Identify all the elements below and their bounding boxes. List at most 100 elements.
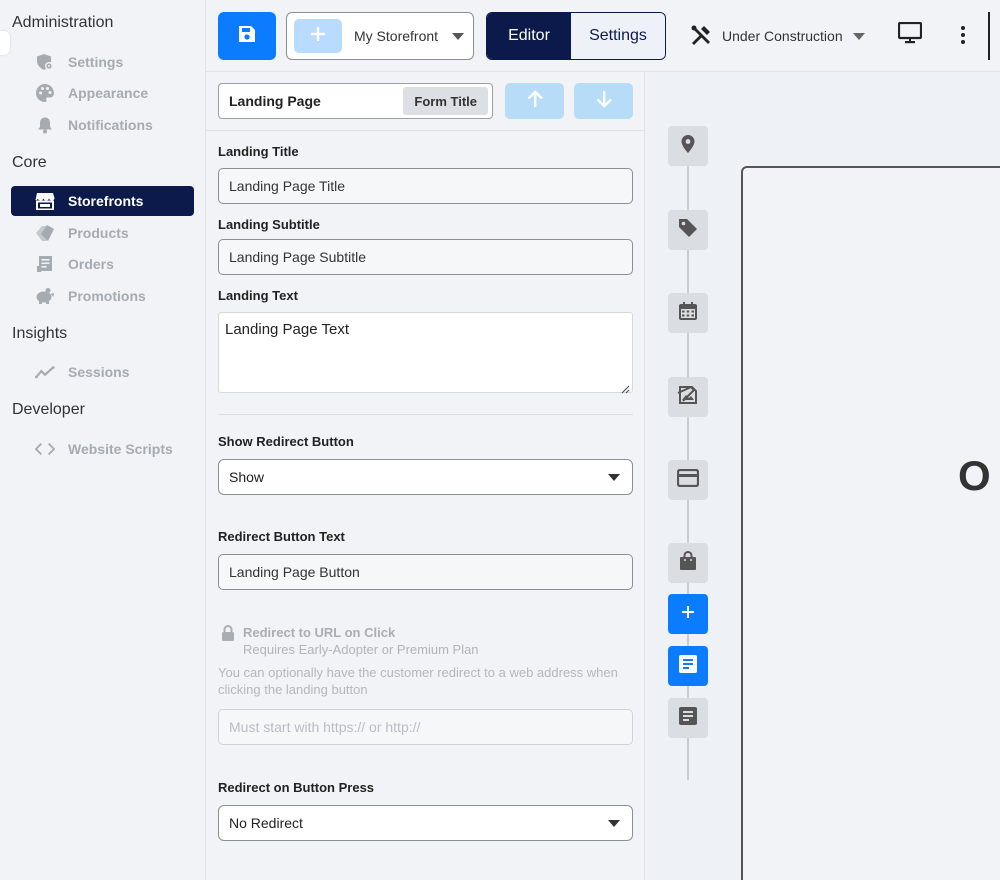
sidebar-item-label: Website Scripts xyxy=(68,441,173,457)
tab-editor[interactable]: Editor xyxy=(487,13,571,59)
sidebar-item-storefronts[interactable]: Storefronts xyxy=(11,186,194,216)
form-panel: Landing Page Form Title Landing Title La… xyxy=(206,72,645,880)
timeline-payment-button[interactable] xyxy=(668,460,708,500)
sidebar-item-products[interactable]: Products xyxy=(11,218,194,248)
sidebar-item-label: Products xyxy=(68,225,129,241)
shield-gear-icon xyxy=(35,52,55,72)
landing-text-value: Landing Page Text xyxy=(225,321,349,338)
plus-icon xyxy=(682,605,694,623)
shopping-bag-icon xyxy=(679,550,697,576)
form-section-selector[interactable]: Landing Page Form Title xyxy=(218,83,493,119)
timeline-location-button[interactable] xyxy=(668,126,708,166)
resize-handle-icon[interactable] xyxy=(621,381,630,394)
storefront-name: My Storefront xyxy=(354,28,439,44)
sidebar-collapse-handle[interactable] xyxy=(0,31,10,55)
section-name: Landing Page xyxy=(229,93,321,109)
palette-icon xyxy=(35,83,55,103)
section-title-developer: Developer xyxy=(12,401,85,418)
chevron-down-icon xyxy=(852,32,865,40)
sidebar-item-promotions[interactable]: Promotions xyxy=(11,281,194,311)
sidebar-item-settings[interactable]: Settings xyxy=(11,47,194,77)
sidebar-item-appearance[interactable]: Appearance xyxy=(11,78,194,108)
monitor-icon xyxy=(897,21,923,49)
redirect-text-input[interactable]: Landing Page Button xyxy=(218,554,633,590)
sidebar-item-notifications[interactable]: Notifications xyxy=(11,110,194,140)
map-pin-icon xyxy=(680,134,696,159)
sidebar-item-label: Notifications xyxy=(68,117,153,133)
bell-icon xyxy=(35,115,55,135)
preview-canvas[interactable] xyxy=(741,166,1000,880)
move-up-button[interactable] xyxy=(505,83,564,119)
timeline-add-section-button[interactable] xyxy=(668,594,708,634)
image-edit-icon xyxy=(677,385,699,410)
piggy-bank-icon xyxy=(35,286,55,306)
redirect-press-label: Redirect on Button Press xyxy=(218,780,375,795)
sidebar-item-label: Promotions xyxy=(68,288,146,304)
section-title-insights: Insights xyxy=(12,325,68,342)
sidebar: Administration Settings Appearance Notif… xyxy=(0,0,206,880)
timeline-footer-button[interactable] xyxy=(668,698,708,738)
save-button[interactable] xyxy=(218,12,276,60)
top-toolbar: My Storefront Editor Settings Under Cons… xyxy=(206,0,1000,72)
desktop-preview-button[interactable] xyxy=(897,21,923,49)
landing-title-label: Landing Title xyxy=(218,144,299,159)
arrow-up-icon xyxy=(527,89,543,113)
show-redirect-label: Show Redirect Button xyxy=(218,434,354,449)
move-down-button[interactable] xyxy=(574,83,633,119)
sidebar-item-label: Orders xyxy=(68,256,114,272)
add-storefront-button[interactable] xyxy=(294,19,342,53)
hammer-wrench-icon xyxy=(690,24,714,48)
redirect-url-requirement: Requires Early-Adopter or Premium Plan xyxy=(243,642,479,657)
tags-icon xyxy=(35,223,55,243)
form-divider xyxy=(218,414,633,415)
redirect-press-select[interactable]: No Redirect xyxy=(218,805,633,841)
document-icon xyxy=(678,654,698,679)
status-label: Under Construction xyxy=(722,28,843,44)
timeline-tag-button[interactable] xyxy=(668,210,708,250)
arrow-down-icon xyxy=(596,90,612,113)
calendar-icon xyxy=(678,301,698,326)
toolbar-divider xyxy=(988,12,990,60)
landing-text-textarea[interactable]: Landing Page Text xyxy=(218,312,633,394)
tab-settings[interactable]: Settings xyxy=(571,13,665,59)
status-dropdown[interactable]: Under Construction xyxy=(690,22,865,50)
chevron-down-icon xyxy=(452,32,465,40)
view-toggle: Editor Settings xyxy=(486,12,666,60)
redirect-url-input[interactable]: Must start with https:// or http:// xyxy=(218,709,633,745)
store-icon xyxy=(35,191,55,211)
landing-title-input[interactable]: Landing Page Title xyxy=(218,168,633,204)
landing-subtitle-input[interactable]: Landing Page Subtitle xyxy=(218,239,633,275)
code-icon xyxy=(35,439,55,459)
sidebar-item-orders[interactable]: Orders xyxy=(11,249,194,279)
show-redirect-value: Show xyxy=(229,469,265,485)
panel-divider xyxy=(206,130,645,131)
preview-heading: O xyxy=(958,452,991,499)
show-redirect-select[interactable]: Show xyxy=(218,459,633,495)
dot-icon xyxy=(961,26,965,30)
section-title-administration: Administration xyxy=(12,14,114,31)
chevron-down-icon xyxy=(608,819,620,827)
chart-line-icon xyxy=(35,362,55,382)
timeline-landing-image-button[interactable] xyxy=(668,377,708,417)
credit-card-icon xyxy=(676,468,700,492)
timeline-landing-page-button[interactable] xyxy=(668,646,708,686)
timeline-calendar-button[interactable] xyxy=(668,293,708,333)
section-title-core: Core xyxy=(12,154,47,171)
redirect-press-value: No Redirect xyxy=(229,815,303,831)
more-options-button[interactable] xyxy=(958,22,968,48)
sidebar-item-label: Storefronts xyxy=(68,193,144,209)
sidebar-item-label: Settings xyxy=(68,54,124,70)
sidebar-item-sessions[interactable]: Sessions xyxy=(11,357,194,387)
document-icon xyxy=(678,706,698,731)
landing-text-label: Landing Text xyxy=(218,288,298,303)
dot-icon xyxy=(961,33,965,37)
floppy-disk-icon xyxy=(238,25,256,48)
storefront-selector[interactable]: My Storefront xyxy=(286,12,474,60)
chevron-down-icon xyxy=(608,473,620,481)
sidebar-item-website-scripts[interactable]: Website Scripts xyxy=(11,434,194,464)
receipt-icon xyxy=(35,254,55,274)
lock-icon xyxy=(221,625,235,646)
plus-icon xyxy=(311,26,325,46)
timeline-checkout-button[interactable] xyxy=(668,543,708,583)
landing-subtitle-label: Landing Subtitle xyxy=(218,217,320,232)
